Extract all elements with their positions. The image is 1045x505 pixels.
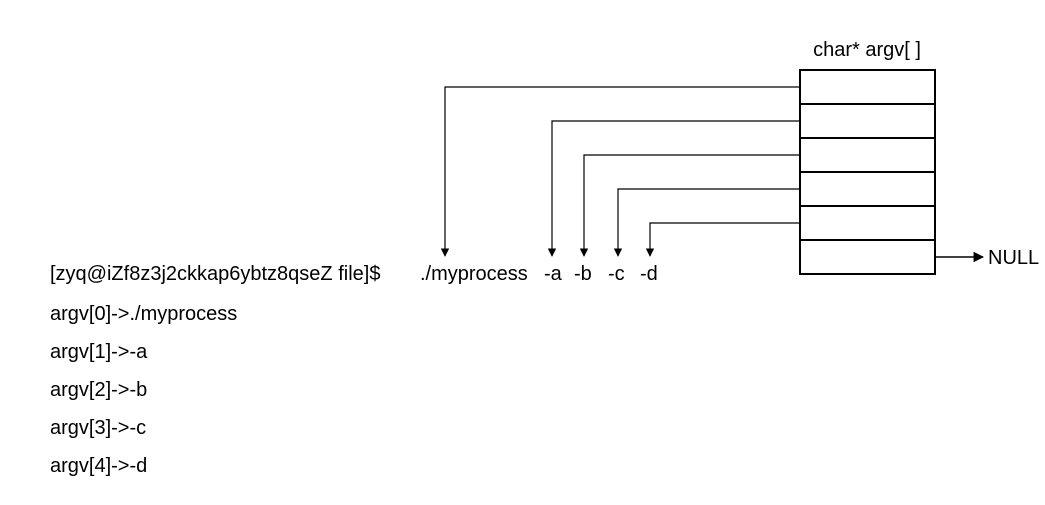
- token-d: -d: [640, 263, 658, 285]
- token-b: -b: [574, 263, 592, 285]
- argv-line-2: argv[2]->-b: [50, 379, 147, 401]
- argv-cell-1: [800, 104, 935, 138]
- argv-array-title: char* argv[ ]: [813, 39, 921, 61]
- argv-cell-0: [800, 70, 935, 104]
- argv-line-0: argv[0]->./myprocess: [50, 303, 237, 325]
- pointer-4: [650, 223, 800, 256]
- prompt-prefix: [zyq@iZf8z3j2ckkap6ybtz8qseZ file]$: [50, 263, 380, 285]
- argv-cell-5: [800, 240, 935, 274]
- command-line: [zyq@iZf8z3j2ckkap6ybtz8qseZ file]$ ./my…: [50, 263, 658, 285]
- pointer-2: [584, 155, 800, 256]
- token-myprocess: ./myprocess: [420, 263, 528, 285]
- argv-line-3: argv[3]->-c: [50, 417, 146, 439]
- argv-line-4: argv[4]->-d: [50, 455, 147, 477]
- token-a: -a: [544, 263, 563, 285]
- argv-cell-3: [800, 172, 935, 206]
- argv-line-1: argv[1]->-a: [50, 341, 148, 363]
- pointer-0: [445, 87, 800, 256]
- null-label: NULL: [988, 247, 1039, 269]
- argv-array: [800, 70, 935, 274]
- argv-cell-4: [800, 206, 935, 240]
- argv-cell-2: [800, 138, 935, 172]
- token-c: -c: [608, 263, 625, 285]
